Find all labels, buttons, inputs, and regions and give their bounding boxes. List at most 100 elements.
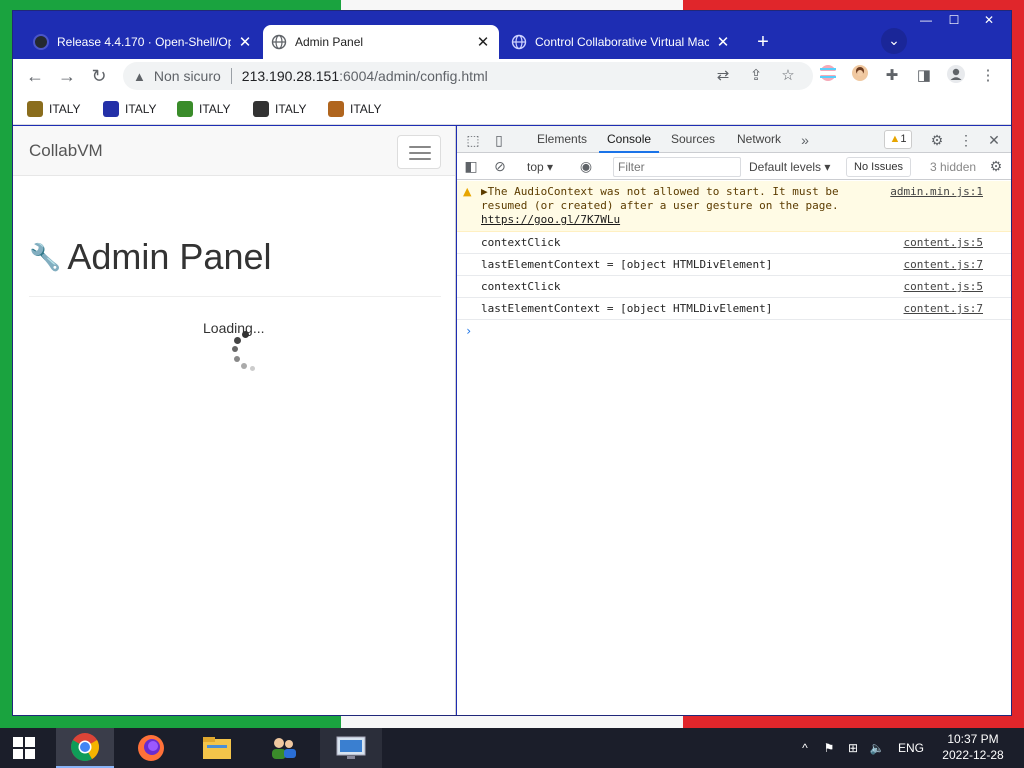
chrome-icon bbox=[71, 733, 99, 761]
hidden-count: 3 hidden bbox=[930, 160, 977, 174]
source-link[interactable]: content.js:7 bbox=[904, 302, 983, 315]
source-link[interactable]: content.js:5 bbox=[904, 236, 983, 249]
source-link[interactable]: admin.min.js:1 bbox=[890, 185, 983, 198]
folder-icon bbox=[203, 737, 231, 759]
close-tab-icon[interactable]: ✕ bbox=[715, 33, 731, 51]
message-text: lastElementContext = [object HTMLDivElem… bbox=[481, 302, 773, 315]
warning-count-badge[interactable]: ▲1 bbox=[884, 130, 912, 149]
bookmarks-bar: ITALY ITALY ITALY ITALY ITALY bbox=[13, 93, 1011, 125]
console-log-row[interactable]: contextClick content.js:5 bbox=[457, 276, 1011, 298]
clock-time: 10:37 PM bbox=[947, 732, 999, 746]
context-selector[interactable]: top ▾ bbox=[527, 158, 553, 176]
devtools-menu-icon[interactable]: ⋮ bbox=[956, 130, 976, 150]
warning-icon: ▲ bbox=[889, 133, 901, 145]
tab-console[interactable]: Console bbox=[599, 126, 660, 153]
taskbar-chrome[interactable] bbox=[56, 728, 114, 768]
device-toolbar-icon[interactable]: ▯ bbox=[489, 130, 509, 150]
console-log-row[interactable]: contextClick content.js:5 bbox=[457, 232, 1011, 254]
console-warning-row[interactable]: ▲ admin.min.js:1 ▶The AudioContext was n… bbox=[457, 181, 1011, 232]
bookmark-favicon-icon bbox=[103, 101, 119, 117]
console-log-row[interactable]: lastElementContext = [object HTMLDivElem… bbox=[457, 254, 1011, 276]
share-icon[interactable]: ⇪ bbox=[744, 64, 768, 88]
minimize-button[interactable]: — bbox=[913, 11, 939, 29]
settings-gear-icon[interactable]: ⚙ bbox=[927, 130, 947, 150]
forward-button[interactable]: → bbox=[55, 64, 79, 88]
warning-icon[interactable]: ▲ bbox=[133, 69, 146, 84]
console-filter-input[interactable] bbox=[613, 157, 741, 177]
reload-button[interactable]: ↻ bbox=[87, 64, 111, 88]
sidebar-toggle-icon[interactable]: ◧ bbox=[461, 157, 481, 175]
taskbar-file-explorer[interactable] bbox=[188, 728, 246, 768]
volume-icon[interactable]: 🔈 bbox=[867, 728, 887, 768]
translate-icon[interactable]: ⇄ bbox=[711, 64, 735, 88]
language-indicator[interactable]: ENG bbox=[895, 728, 927, 768]
close-window-button[interactable]: ✕ bbox=[969, 11, 1009, 29]
flag-notification-icon[interactable]: ⚑ bbox=[820, 728, 838, 768]
hamburger-line bbox=[409, 146, 431, 148]
bookmark-item[interactable]: ITALY bbox=[103, 99, 157, 119]
clock[interactable]: 10:37 PM 2022-12-28 bbox=[930, 731, 1016, 763]
inspect-element-icon[interactable]: ⬚ bbox=[463, 130, 483, 150]
wrench-icon: 🔧 bbox=[29, 241, 62, 272]
tab-control-cvm[interactable]: Control Collaborative Virtual Mach ✕ bbox=[503, 25, 739, 59]
security-label[interactable]: Non sicuro bbox=[154, 68, 221, 84]
menu-kebab-icon[interactable]: ⋮ bbox=[976, 64, 1000, 88]
tab-release[interactable]: Release 4.4.170 · Open-Shell/Ope ✕ bbox=[25, 25, 261, 59]
log-levels-dropdown[interactable]: Default levels ▾ bbox=[749, 158, 830, 176]
close-devtools-icon[interactable]: ✕ bbox=[984, 130, 1004, 150]
bookmark-star-icon[interactable]: ☆ bbox=[776, 64, 800, 88]
bookmark-item[interactable]: ITALY bbox=[328, 99, 382, 119]
profile-icon[interactable] bbox=[944, 64, 968, 88]
help-link[interactable]: https://goo.gl/7K7WLu bbox=[481, 213, 620, 226]
message-text: contextClick bbox=[481, 236, 561, 249]
bookmark-label: ITALY bbox=[275, 102, 307, 116]
back-button[interactable]: ← bbox=[23, 64, 47, 88]
clear-console-icon[interactable]: ⊘ bbox=[490, 157, 510, 175]
devtools-tabbar: ⬚ ▯ Elements Console Sources Network » ▲… bbox=[457, 126, 1011, 153]
bookmark-item[interactable]: ITALY bbox=[27, 99, 81, 119]
tab-admin-panel[interactable]: Admin Panel ✕ bbox=[263, 25, 499, 59]
bookmark-label: ITALY bbox=[49, 102, 81, 116]
close-tab-icon[interactable]: ✕ bbox=[475, 33, 491, 51]
source-link[interactable]: content.js:5 bbox=[904, 280, 983, 293]
github-icon bbox=[33, 34, 49, 50]
network-icon[interactable]: ⊞ bbox=[843, 728, 863, 768]
address-bar[interactable]: ▲ Non sicuro 213.190.28.151 :6004/admin/… bbox=[123, 62, 813, 90]
taskbar-network-users[interactable] bbox=[254, 728, 312, 768]
start-button[interactable] bbox=[0, 728, 48, 768]
bookmark-label: ITALY bbox=[125, 102, 157, 116]
extension-avatar-icon[interactable] bbox=[848, 64, 872, 88]
close-tab-icon[interactable]: ✕ bbox=[237, 33, 253, 51]
extension-flag-icon[interactable] bbox=[816, 64, 840, 88]
monitor-icon bbox=[336, 736, 366, 759]
console-log-row[interactable]: lastElementContext = [object HTMLDivElem… bbox=[457, 298, 1011, 320]
tab-title: Release 4.4.170 · Open-Shell/Ope bbox=[57, 35, 231, 49]
extensions-puzzle-icon[interactable]: ✚ bbox=[880, 64, 904, 88]
tab-network[interactable]: Network bbox=[729, 126, 789, 153]
console-prompt[interactable]: › bbox=[457, 320, 1011, 342]
taskbar-remote-desktop[interactable] bbox=[320, 728, 382, 768]
tab-elements[interactable]: Elements bbox=[529, 126, 595, 153]
spinner-dot bbox=[242, 331, 249, 338]
new-tab-button[interactable]: + bbox=[750, 29, 776, 55]
menu-toggle-button[interactable] bbox=[397, 135, 441, 169]
message-text: ▶The AudioContext was not allowed to sta… bbox=[481, 185, 839, 212]
live-expression-eye-icon[interactable]: ◉ bbox=[576, 157, 596, 175]
side-panel-icon[interactable]: ◨ bbox=[912, 64, 936, 88]
site-brand[interactable]: CollabVM bbox=[29, 141, 103, 161]
bookmark-item[interactable]: ITALY bbox=[177, 99, 231, 119]
console-settings-gear-icon[interactable]: ⚙ bbox=[986, 157, 1006, 175]
maximize-button[interactable]: ☐ bbox=[941, 11, 967, 29]
taskbar-firefox[interactable] bbox=[122, 728, 180, 768]
issues-button[interactable]: No Issues bbox=[846, 157, 911, 177]
page-heading: Admin Panel bbox=[67, 236, 272, 277]
more-tabs-icon[interactable]: » bbox=[795, 130, 815, 150]
tray-overflow-icon[interactable]: ^ bbox=[796, 728, 814, 768]
tab-search-button[interactable]: ⌄ bbox=[881, 28, 907, 54]
taskbar: ^ ⚑ ⊞ 🔈 ENG 10:37 PM 2022-12-28 bbox=[0, 728, 1024, 768]
bookmark-favicon-icon bbox=[177, 101, 193, 117]
tab-sources[interactable]: Sources bbox=[663, 126, 723, 153]
source-link[interactable]: content.js:7 bbox=[904, 258, 983, 271]
bookmark-item[interactable]: ITALY bbox=[253, 99, 307, 119]
hamburger-line bbox=[409, 158, 431, 160]
